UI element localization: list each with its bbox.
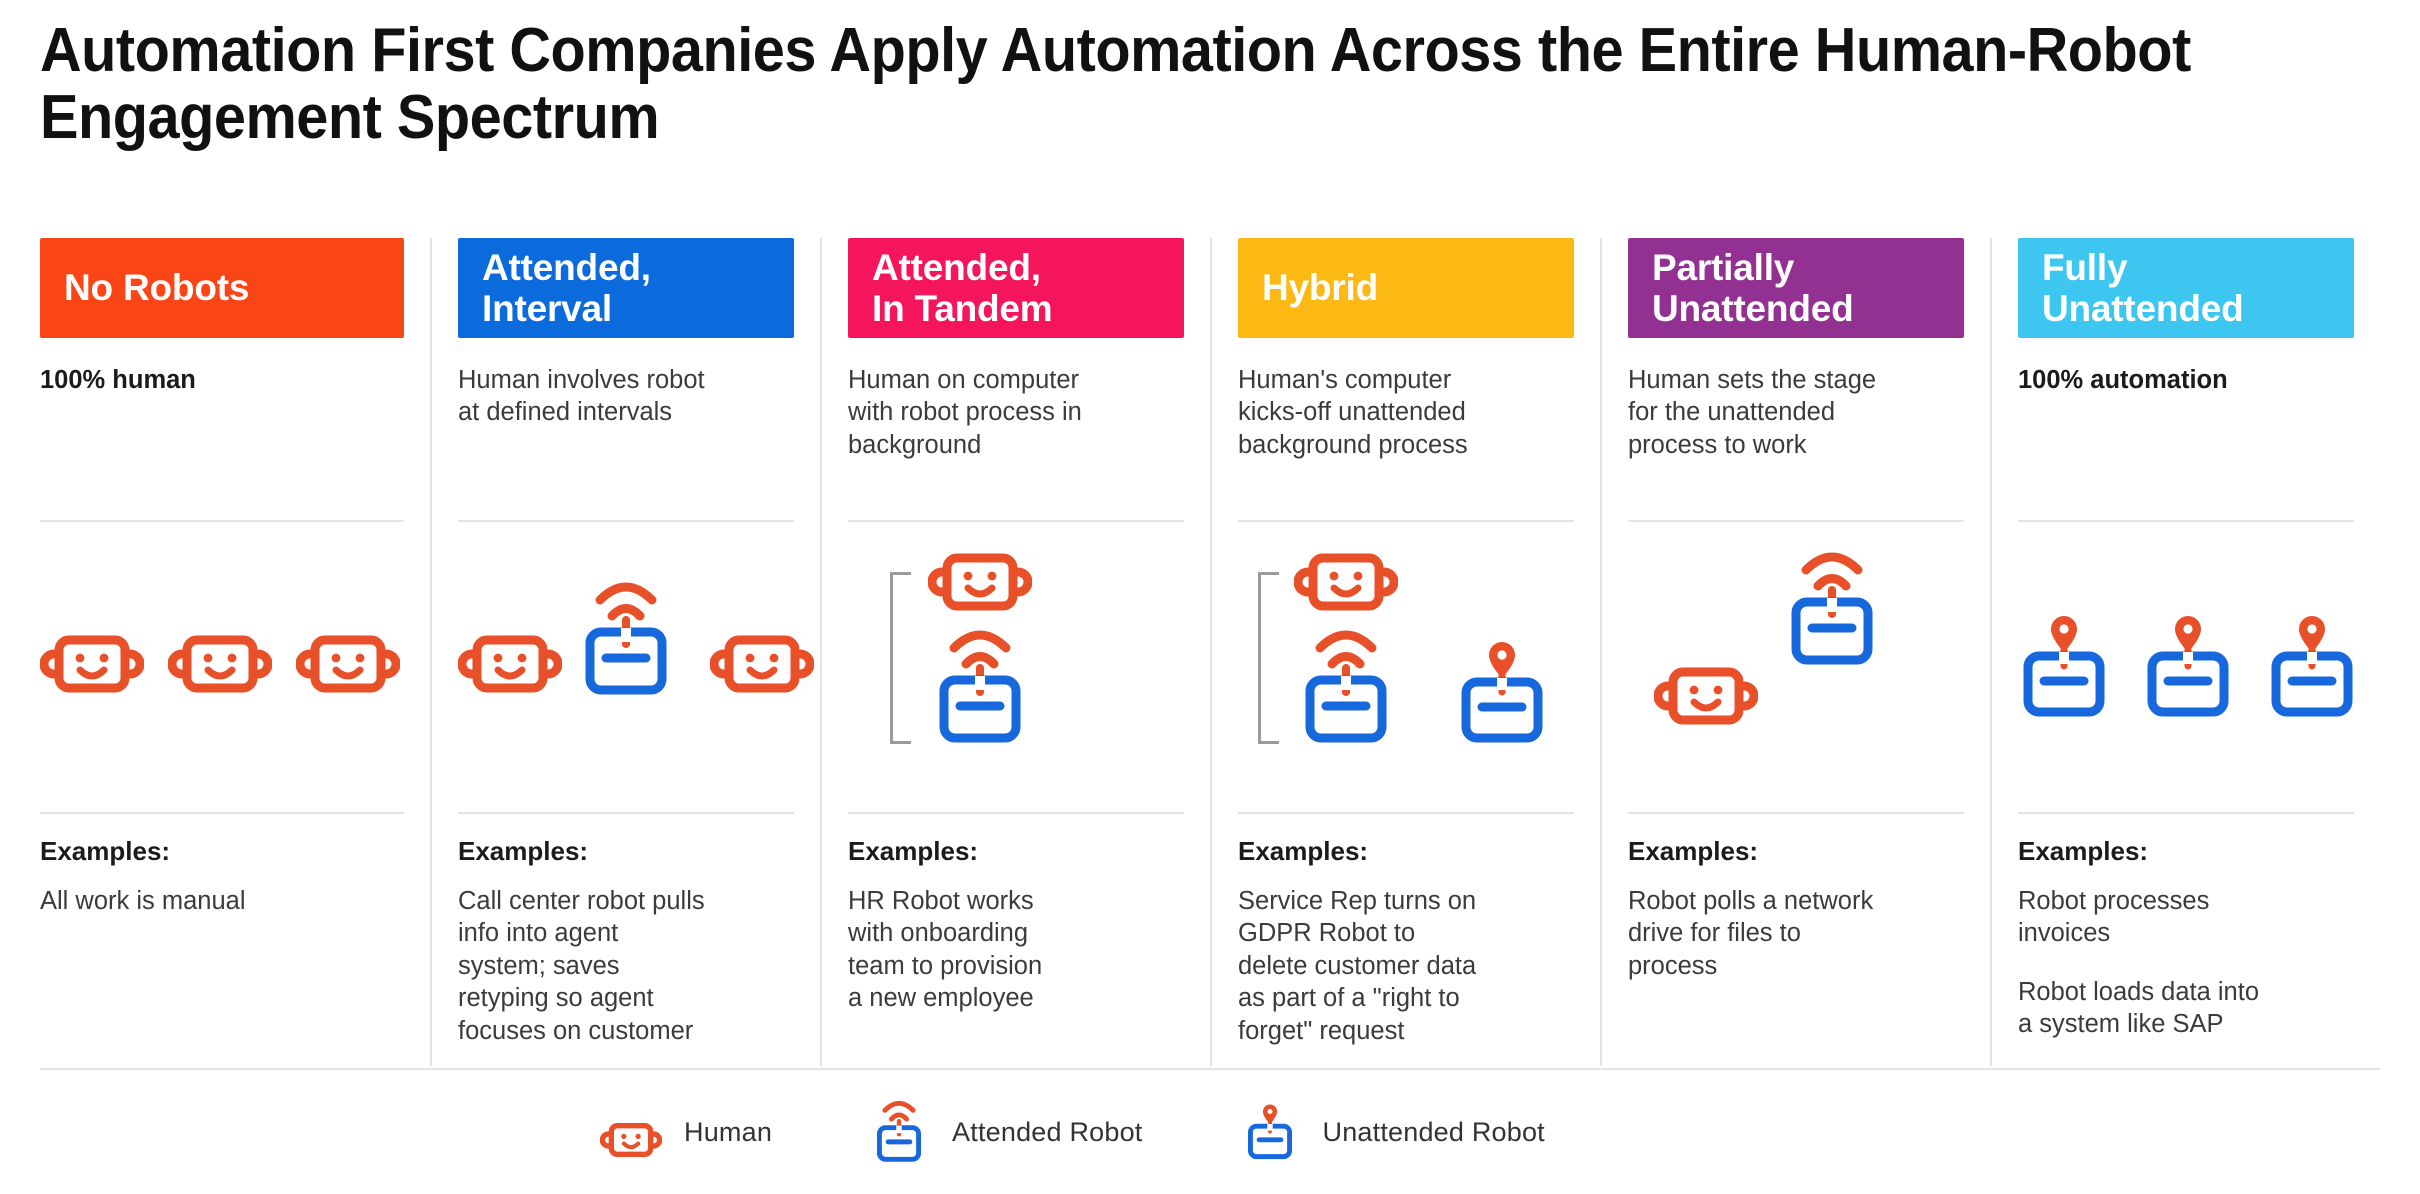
legend-label: Unattended Robot [1322,1116,1545,1147]
column-fully-unattended: Fully Unattended 100% automation Example… [1990,238,2380,1066]
column-description-partially-unattended: Human sets the stage for the unattended … [1628,366,1877,459]
examples-label: Examples: [848,836,979,866]
column-header-chip-fully-unattended: Fully Unattended [2018,238,2354,338]
column-description-fully-unattended: 100% automation [2018,366,2228,394]
examples-label: Examples: [1238,836,1369,866]
page-title: Automation First Companies Apply Automat… [40,16,2191,152]
icon-art-fully-unattended [2018,520,2354,812]
divider-bottom [1628,812,1964,814]
icon-art-no-robots [39,520,430,812]
examples-block-partially-unattended: Examples: Robot polls a network drive fo… [1628,836,1964,982]
human-icon [295,628,401,705]
column-header-chip-attended-interval: Attended, Interval [458,238,794,338]
legend-item-unattended-robot: Unattended Robot [1239,1096,1545,1168]
legend-label: Human [684,1116,773,1147]
legend-label: Attended Robot [952,1116,1143,1147]
human-icon [39,628,145,705]
example-item: All work is manual [40,887,246,915]
example-item: Robot loads data into a system like SAP [2018,977,2260,1039]
human-icon [457,628,563,705]
column-header-chip-no-robots: No Robots [40,238,404,338]
divider-bottom [40,812,404,814]
examples-block-hybrid: Examples: Service Rep turns on GDPR Robo… [1238,836,1574,1047]
legend-item-human: Human [600,1096,772,1168]
human-icon [1653,660,1759,737]
example-item: Call center robot pulls info into agent … [458,887,705,1045]
divider-bottom [2018,812,2354,814]
examples-label: Examples: [1628,836,1759,866]
example-item: HR Robot works with onboarding team to p… [848,887,1043,1013]
example-item: Robot polls a network drive for files to… [1628,887,1874,980]
column-no-robots: No Robots 100% human Examples: All work … [39,238,430,1066]
legend-item-attended-robot: Attended Robot [868,1096,1142,1168]
unattended-robot-icon [2266,604,2358,727]
human-icon [927,546,1033,623]
human-icon [600,1096,662,1168]
icon-art-attended-in-tandem [848,520,1184,812]
column-header-chip-partially-unattended: Partially Unattended [1628,238,1964,338]
legend: Human Attended Robot Unattended Robot [600,1096,1545,1168]
column-attended-in-tandem: Attended, In Tandem Human on computer wi… [820,238,1210,1066]
column-header-chip-attended-in-tandem: Attended, In Tandem [848,238,1184,338]
icon-art-hybrid [1238,520,1574,812]
column-description-no-robots: 100% human [40,366,196,394]
example-item: Service Rep turns on GDPR Robot to delet… [1238,887,1477,1045]
attended-robot-icon [580,576,672,705]
example-item: Robot processes invoices [2018,887,2210,948]
column-attended-interval: Attended, Interval Human involves robot … [430,238,820,1066]
unattended-robot-icon [2018,604,2110,727]
icon-art-partially-unattended [1628,520,1964,812]
human-icon [1293,546,1399,623]
column-hybrid: Hybrid Human's computer kicks-off unatte… [1210,238,1600,1066]
divider-bottom [458,812,794,814]
human-icon [709,628,815,705]
column-partially-unattended: Partially Unattended Human sets the stag… [1600,238,1990,1066]
column-description-attended-in-tandem: Human on computer with robot process in … [848,366,1082,459]
unattended-robot-icon [1456,630,1548,753]
human-icon [167,628,273,705]
examples-block-no-robots: Examples: All work is manual [40,836,404,917]
attended-robot-icon [934,624,1026,753]
examples-label: Examples: [40,836,171,866]
column-header-chip-hybrid: Hybrid [1238,238,1574,338]
attended-robot-icon [1786,546,1878,675]
unattended-robot-icon [2142,604,2234,727]
examples-label: Examples: [2018,836,2149,866]
infographic-page: Automation First Companies Apply Automat… [0,0,2420,1194]
divider-bottom [1238,812,1574,814]
column-description-hybrid: Human's computer kicks-off unattended ba… [1238,366,1468,459]
grouping-bracket [1258,572,1279,744]
spectrum-columns: No Robots 100% human Examples: All work … [39,238,2380,1066]
examples-block-attended-in-tandem: Examples: HR Robot works with onboarding… [848,836,1184,1015]
examples-label: Examples: [458,836,589,866]
unattended-robot-icon [1239,1096,1301,1168]
attended-robot-icon [1300,624,1392,753]
examples-block-attended-interval: Examples: Call center robot pulls info i… [458,836,794,1047]
grouping-bracket [890,572,911,744]
divider-bottom [848,812,1184,814]
examples-block-fully-unattended: Examples: Robot processes invoices Robot… [2018,836,2354,1041]
column-description-attended-interval: Human involves robot at defined interval… [458,366,705,427]
icon-art-attended-interval [457,520,815,812]
footer-divider [40,1068,2380,1070]
attended-robot-icon [868,1096,930,1168]
